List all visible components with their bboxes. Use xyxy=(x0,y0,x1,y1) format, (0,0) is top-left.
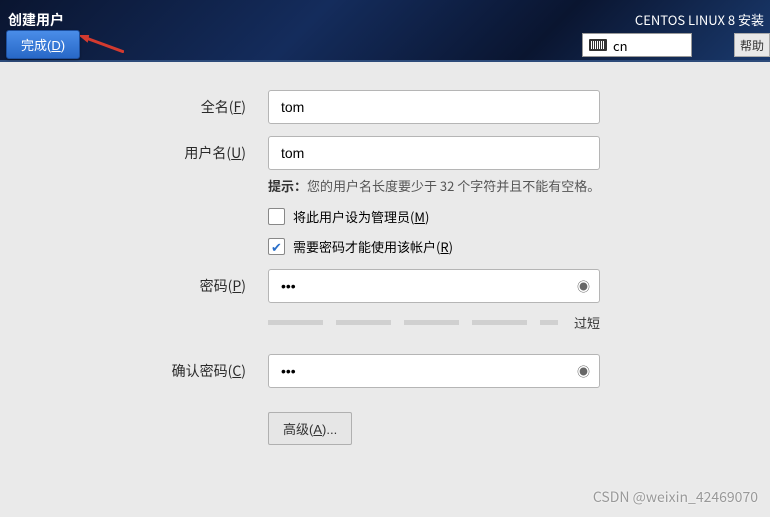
admin-checkbox-row[interactable]: 将此用户设为管理员(M) xyxy=(268,207,630,226)
help-button[interactable]: 帮助 xyxy=(734,33,770,57)
watermark: CSDN @weixin_42469070 xyxy=(593,487,758,507)
advanced-button[interactable]: 高级(A)... xyxy=(268,412,352,445)
username-hint: 提示：您的用户名长度要少于 32 个字符并且不能有空格。 xyxy=(268,176,630,195)
admin-checkbox[interactable] xyxy=(268,208,285,225)
require-password-checkbox[interactable]: ✔ xyxy=(268,238,285,255)
eye-icon[interactable]: ◉ xyxy=(577,362,590,381)
annotation-arrow xyxy=(80,35,124,53)
password-strength: 过短 xyxy=(268,313,600,332)
keyboard-layout-value: cn xyxy=(613,36,628,55)
user-form: 全名(F) 用户名(U) 提示：您的用户名长度要少于 32 个字符并且不能有空格… xyxy=(0,62,770,445)
fullname-label: 全名(F) xyxy=(0,97,268,117)
strength-text: 过短 xyxy=(574,313,600,332)
username-input[interactable] xyxy=(268,136,600,170)
password-input[interactable] xyxy=(268,269,600,303)
strength-meter xyxy=(268,320,558,325)
header-bar: 创建用户 CENTOS LINUX 8 安装 完成(D) cn 帮助 xyxy=(0,0,770,62)
password-label: 密码(P) xyxy=(0,276,268,296)
done-button[interactable]: 完成(D) xyxy=(6,30,80,59)
username-label: 用户名(U) xyxy=(0,143,268,163)
require-password-row[interactable]: ✔ 需要密码才能使用该帐户(R) xyxy=(268,237,630,256)
page-title: 创建用户 xyxy=(8,10,64,30)
require-password-label: 需要密码才能使用该帐户(R) xyxy=(293,237,453,256)
keyboard-icon xyxy=(589,39,607,51)
distro-label: CENTOS LINUX 8 安装 xyxy=(635,10,764,29)
admin-checkbox-label: 将此用户设为管理员(M) xyxy=(293,207,429,226)
confirm-password-label: 确认密码(C) xyxy=(0,361,268,381)
keyboard-layout-selector[interactable]: cn xyxy=(582,33,692,57)
confirm-password-input[interactable] xyxy=(268,354,600,388)
eye-icon[interactable]: ◉ xyxy=(577,277,590,296)
fullname-input[interactable] xyxy=(268,90,600,124)
